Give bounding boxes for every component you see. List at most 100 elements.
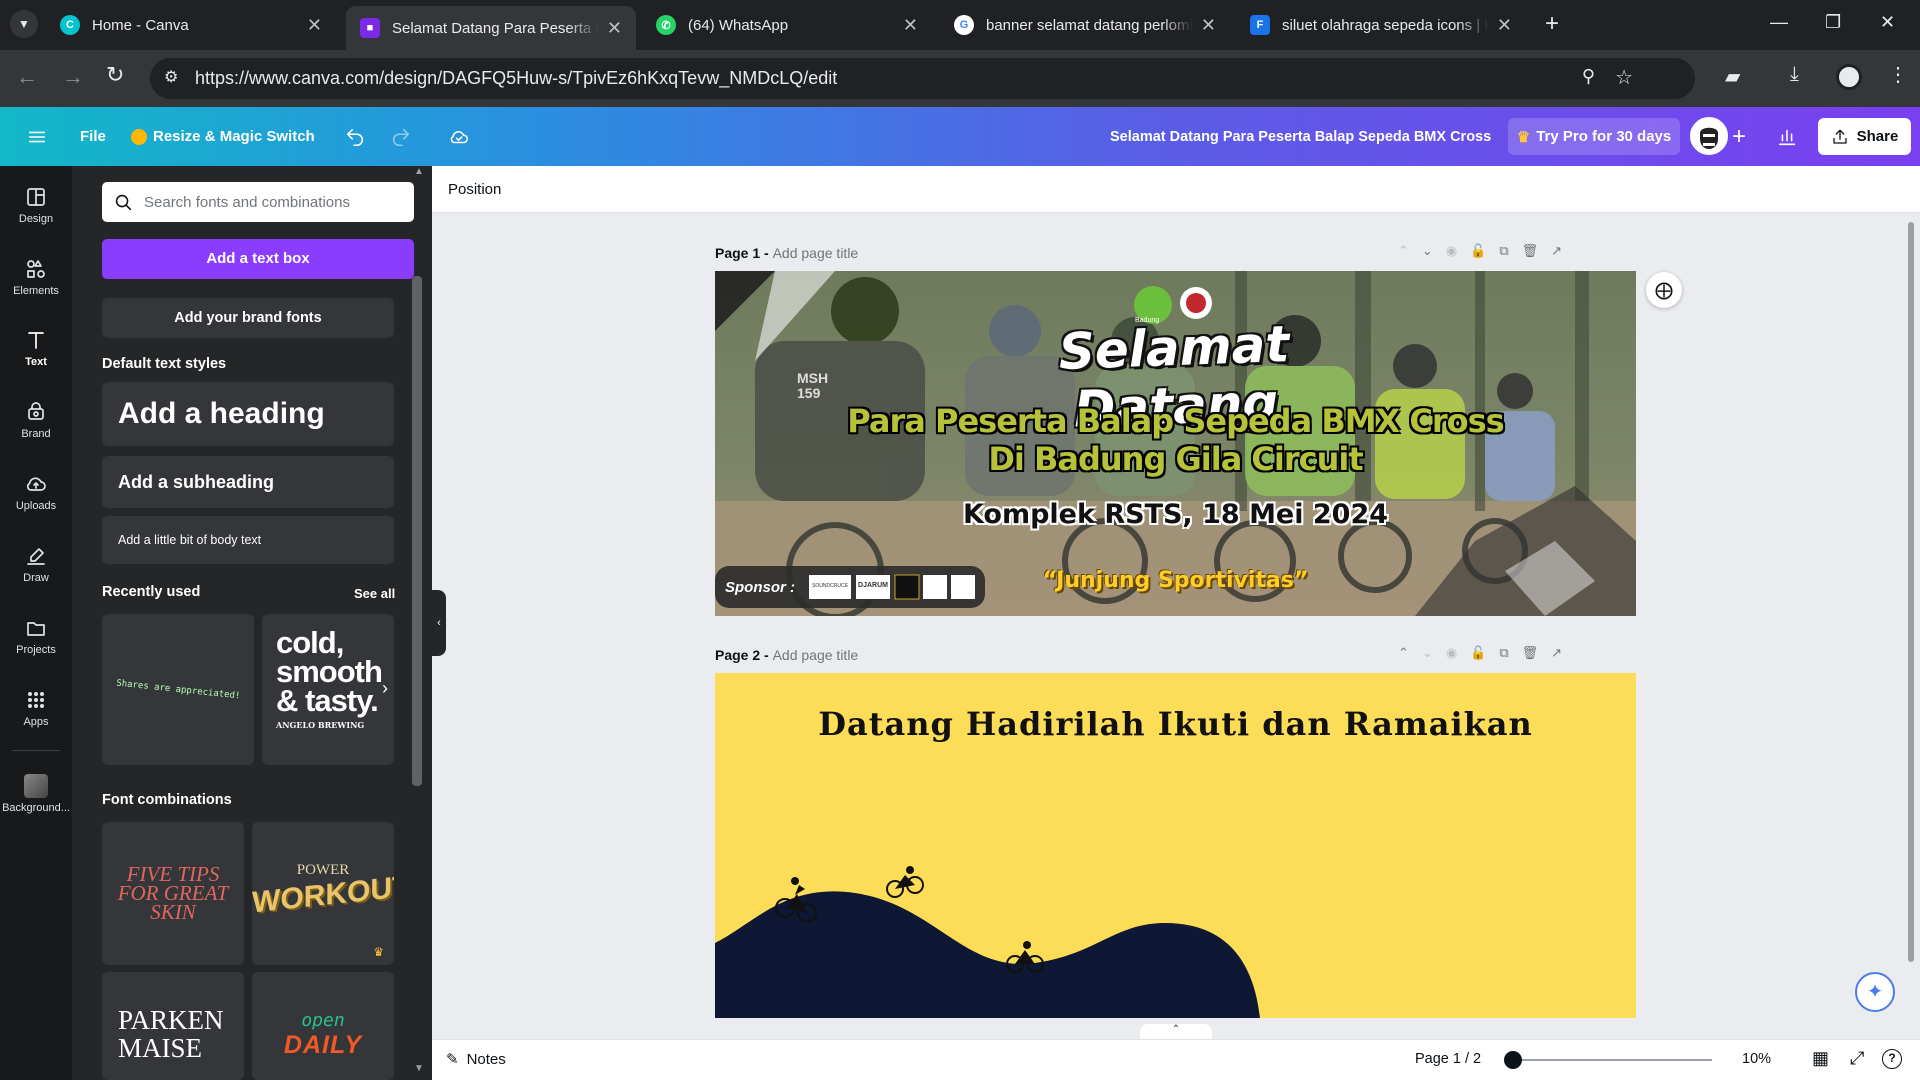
browser-tab-flaticon[interactable]: F siluet olahraga sepeda icons | Fr ✕ [1236,8,1526,42]
font-combo-card-4[interactable]: open DAILY [252,972,394,1080]
font-combo-card-3[interactable]: PARKEN MAISE [102,972,244,1080]
grid-view-icon[interactable]: ▦ [1812,1048,1829,1069]
save-status-button[interactable] [448,107,470,166]
zoom-slider-thumb[interactable] [1504,1051,1522,1069]
nav-elements[interactable]: Elements [0,257,72,297]
download-icon[interactable]: ⤓ [1790,63,1799,86]
font-search-field[interactable]: Search fonts and combinations [102,182,414,222]
page-1-design[interactable]: MSH 159 Badung Selamat Datang Para Peser… [715,271,1636,616]
close-icon[interactable]: ✕ [307,15,322,36]
nav-draw[interactable]: Draw [0,544,72,584]
page-2-label[interactable]: Page 2 - Add page title [715,647,858,663]
redo-button[interactable] [390,107,412,166]
zoom-slider-track[interactable] [1512,1059,1712,1061]
see-all-link[interactable]: See all [354,586,395,601]
notes-button[interactable]: ✎ Notes [446,1050,506,1069]
site-info-icon[interactable]: ⚙ [164,67,178,87]
page-2-design[interactable]: Datang Hadirilah Ikuti dan Ramaikan [715,673,1636,1018]
profile-avatar[interactable] [1836,64,1862,90]
canvas-scrollbar[interactable] [1908,222,1914,962]
participants-line: Para Peserta Balap Sepeda BMX Cross [847,402,1504,440]
browser-menu-icon[interactable]: ⋮ [1888,62,1908,87]
duplicate-icon[interactable]: ⧉ [1499,645,1508,661]
tab-search-button[interactable]: ▼ [10,10,38,38]
try-pro-button[interactable]: ♛ Try Pro for 30 days [1508,118,1680,155]
add-page-title[interactable]: Add page title [773,647,859,663]
add-collaborator-button[interactable]: + [1732,107,1746,166]
close-icon[interactable]: ✕ [607,18,622,39]
document-title[interactable]: Selamat Datang Para Peserta Balap Sepeda… [1110,107,1491,166]
extensions-icon[interactable]: ▰ [1725,64,1740,89]
add-body-text-button[interactable]: Add a little bit of body text [102,516,394,564]
delete-icon[interactable]: 🗑 [1522,645,1539,661]
lock-icon[interactable]: 🔓 [1470,645,1486,661]
close-icon[interactable]: ✕ [1201,15,1216,36]
nav-uploads[interactable]: Uploads [0,472,72,512]
new-tab-button[interactable]: + [1545,10,1559,38]
collapse-panel-handle[interactable]: ‹ [432,590,446,656]
restore-button[interactable]: ❐ [1825,12,1841,33]
nav-design[interactable]: Design [0,185,72,225]
move-up-icon[interactable]: ⌃ [1398,645,1409,661]
nav-projects[interactable]: Projects [0,616,72,656]
nav-text[interactable]: Text [0,328,72,368]
font-combo-card-2[interactable]: POWER WORKOUT ♛ [252,822,394,965]
magic-assistant-button[interactable]: ✦ [1855,972,1895,1012]
file-menu-button[interactable]: File [80,107,106,166]
browser-tab-home-canva[interactable]: C Home - Canva ✕ [46,8,336,42]
back-icon[interactable]: ← [16,64,38,90]
close-icon[interactable]: ✕ [1497,15,1512,36]
window-close-button[interactable]: ✕ [1880,12,1895,33]
url-field[interactable]: ⚙ https://www.canva.com/design/DAGFQ5Huw… [150,58,1695,99]
add-heading-button[interactable]: Add a heading [102,382,394,446]
resize-magic-switch-button[interactable]: Resize & Magic Switch [131,107,315,166]
show-pages-handle[interactable]: ⌃ [1140,1024,1212,1040]
browser-tab-google[interactable]: G banner selamat datang perlomba ✕ [940,8,1230,42]
nav-brand[interactable]: Brand [0,400,72,440]
bookmark-star-icon[interactable]: ☆ [1615,65,1633,90]
hide-page-icon[interactable]: ◉ [1446,645,1457,661]
scroll-up-icon[interactable]: ▲ [414,166,424,177]
move-down-icon[interactable]: ⌄ [1422,243,1433,259]
scroll-down-icon[interactable]: ▼ [414,1063,424,1074]
browser-tab-whatsapp[interactable]: ✆ (64) WhatsApp ✕ [642,8,932,42]
undo-button[interactable] [344,107,366,166]
move-up-icon[interactable]: ⌃ [1398,243,1409,259]
add-text-box-button[interactable]: Add a text box [102,239,414,279]
font-combo-card-1[interactable]: FIVE TIPS FOR GREAT SKIN [102,822,244,965]
browser-tab-selamat-datang[interactable]: ■ Selamat Datang Para Peserta Ba ✕ [346,6,636,50]
whatsapp-icon: ✆ [656,15,676,35]
position-button[interactable]: Position [448,181,501,198]
close-icon[interactable]: ✕ [903,15,918,36]
user-avatar[interactable] [1690,117,1728,155]
zoom-icon[interactable]: ⚲ [1582,66,1595,87]
share-button[interactable]: Share [1818,118,1911,155]
panel-scrollbar[interactable] [412,276,422,786]
comment-button[interactable]: ⨁ [1646,272,1682,308]
main-menu-button[interactable] [26,107,48,166]
hide-page-icon[interactable]: ◉ [1446,243,1457,259]
forward-icon[interactable]: → [62,64,84,90]
fullscreen-icon[interactable]: ⤢ [1850,1048,1864,1069]
add-subheading-button[interactable]: Add a subheading [102,456,394,508]
recent-font-card-1[interactable]: Shares are appreciated! [102,614,254,765]
nav-background[interactable]: Background... [0,774,72,814]
delete-icon[interactable]: 🗑 [1522,243,1539,259]
duplicate-icon[interactable]: ⧉ [1499,243,1508,259]
add-brand-fonts-button[interactable]: Add your brand fonts [102,298,394,338]
nav-apps[interactable]: Apps [0,688,72,728]
move-down-icon[interactable]: ⌄ [1422,645,1433,661]
add-page-icon[interactable]: ↗ [1551,243,1562,259]
insights-button[interactable] [1776,107,1798,166]
recent-font-card-2[interactable]: cold, smooth & tasty. ANGELO BREWING [262,614,394,765]
zoom-level[interactable]: 10% [1742,1051,1771,1067]
page-indicator[interactable]: Page 1 / 2 [1415,1051,1481,1067]
reload-icon[interactable]: ↻ [106,62,124,88]
add-page-title[interactable]: Add page title [773,245,859,261]
help-icon[interactable]: ? [1882,1049,1902,1069]
add-page-icon[interactable]: ↗ [1551,645,1562,661]
lock-icon[interactable]: 🔓 [1470,243,1486,259]
page-1-label[interactable]: Page 1 - Add page title [715,245,858,261]
minimize-button[interactable]: — [1770,12,1788,33]
carousel-next-icon[interactable]: › [382,678,388,699]
